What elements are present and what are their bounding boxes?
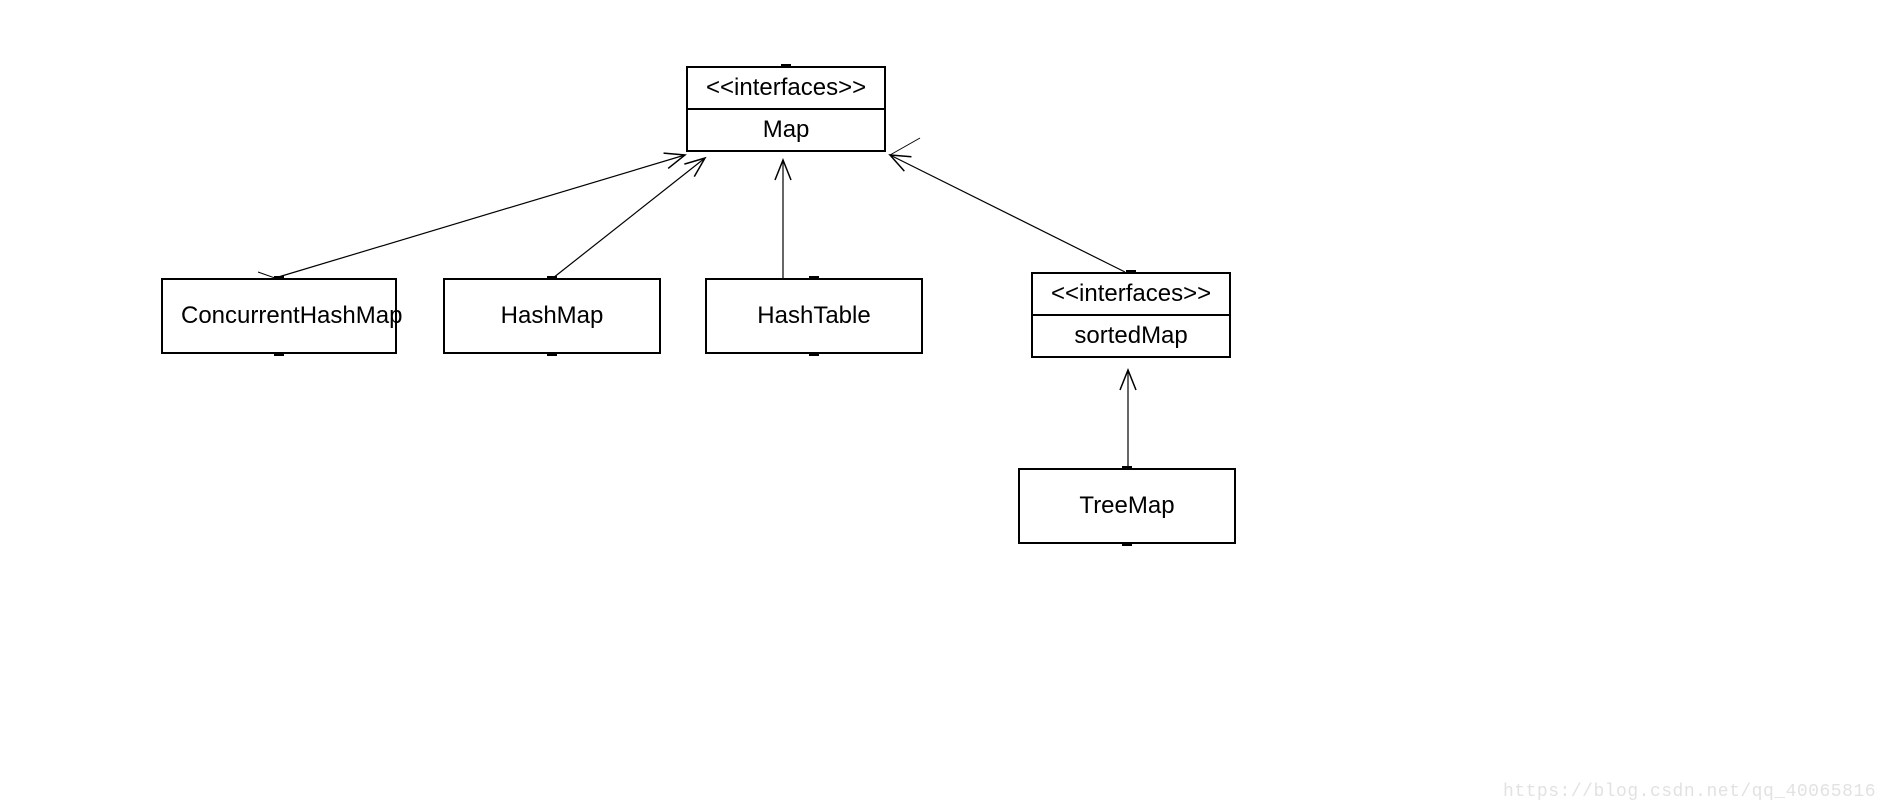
node-treemap: TreeMap bbox=[1018, 468, 1236, 544]
stereotype-label: <<interfaces>> bbox=[688, 68, 884, 108]
class-name-label: Map bbox=[688, 108, 884, 150]
node-hashmap: HashMap bbox=[443, 278, 661, 354]
class-name-label: HashTable bbox=[707, 280, 921, 352]
edge-concurrenthashmap-map bbox=[275, 155, 685, 278]
edge-overshoot-right bbox=[890, 138, 920, 155]
resize-handle-icon bbox=[781, 64, 791, 68]
resize-handle-icon bbox=[1126, 270, 1136, 274]
resize-handle-icon bbox=[1122, 466, 1132, 470]
resize-handle-icon bbox=[809, 276, 819, 280]
connector-layer bbox=[0, 0, 1888, 808]
node-sortedmap: <<interfaces>> sortedMap bbox=[1031, 272, 1231, 358]
resize-handle-icon bbox=[274, 352, 284, 356]
resize-handle-icon bbox=[547, 352, 557, 356]
class-name-label: ConcurrentHashMap bbox=[163, 280, 395, 352]
resize-handle-icon bbox=[809, 352, 819, 356]
edge-hashmap-map bbox=[553, 158, 705, 278]
class-name-label: sortedMap bbox=[1033, 314, 1229, 356]
class-name-label: HashMap bbox=[445, 280, 659, 352]
resize-handle-icon bbox=[547, 276, 557, 280]
stereotype-label: <<interfaces>> bbox=[1033, 274, 1229, 314]
edge-sortedmap-map bbox=[890, 155, 1125, 272]
class-name-label: TreeMap bbox=[1020, 470, 1234, 542]
resize-handle-icon bbox=[274, 276, 284, 280]
node-map: <<interfaces>> Map bbox=[686, 66, 886, 152]
node-concurrenthashmap: ConcurrentHashMap bbox=[161, 278, 397, 354]
resize-handle-icon bbox=[1122, 542, 1132, 546]
node-hashtable: HashTable bbox=[705, 278, 923, 354]
watermark-text: https://blog.csdn.net/qq_40065816 bbox=[1503, 782, 1876, 802]
